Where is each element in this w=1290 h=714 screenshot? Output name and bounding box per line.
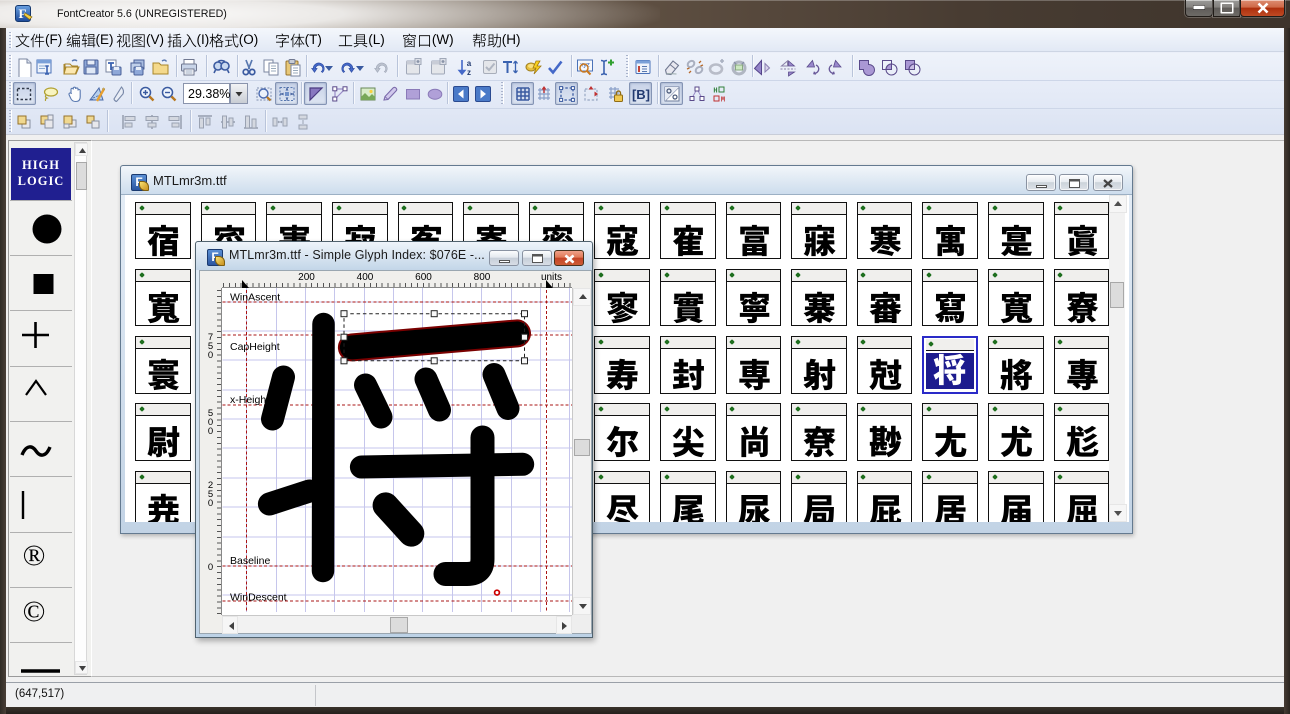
svg-text:z: z bbox=[467, 68, 471, 77]
svg-text:Baseline: Baseline bbox=[230, 555, 270, 567]
svg-text:CapHeight: CapHeight bbox=[230, 341, 280, 353]
svg-text:WinAscent: WinAscent bbox=[230, 292, 280, 304]
svg-text:[B]: [B] bbox=[632, 87, 650, 102]
svg-text:H: H bbox=[713, 87, 717, 95]
svg-text:WinDescent: WinDescent bbox=[230, 592, 287, 604]
svg-text:M: M bbox=[721, 96, 725, 104]
svg-text:x-Height: x-Height bbox=[230, 394, 269, 406]
svg-text:a: a bbox=[467, 59, 472, 68]
